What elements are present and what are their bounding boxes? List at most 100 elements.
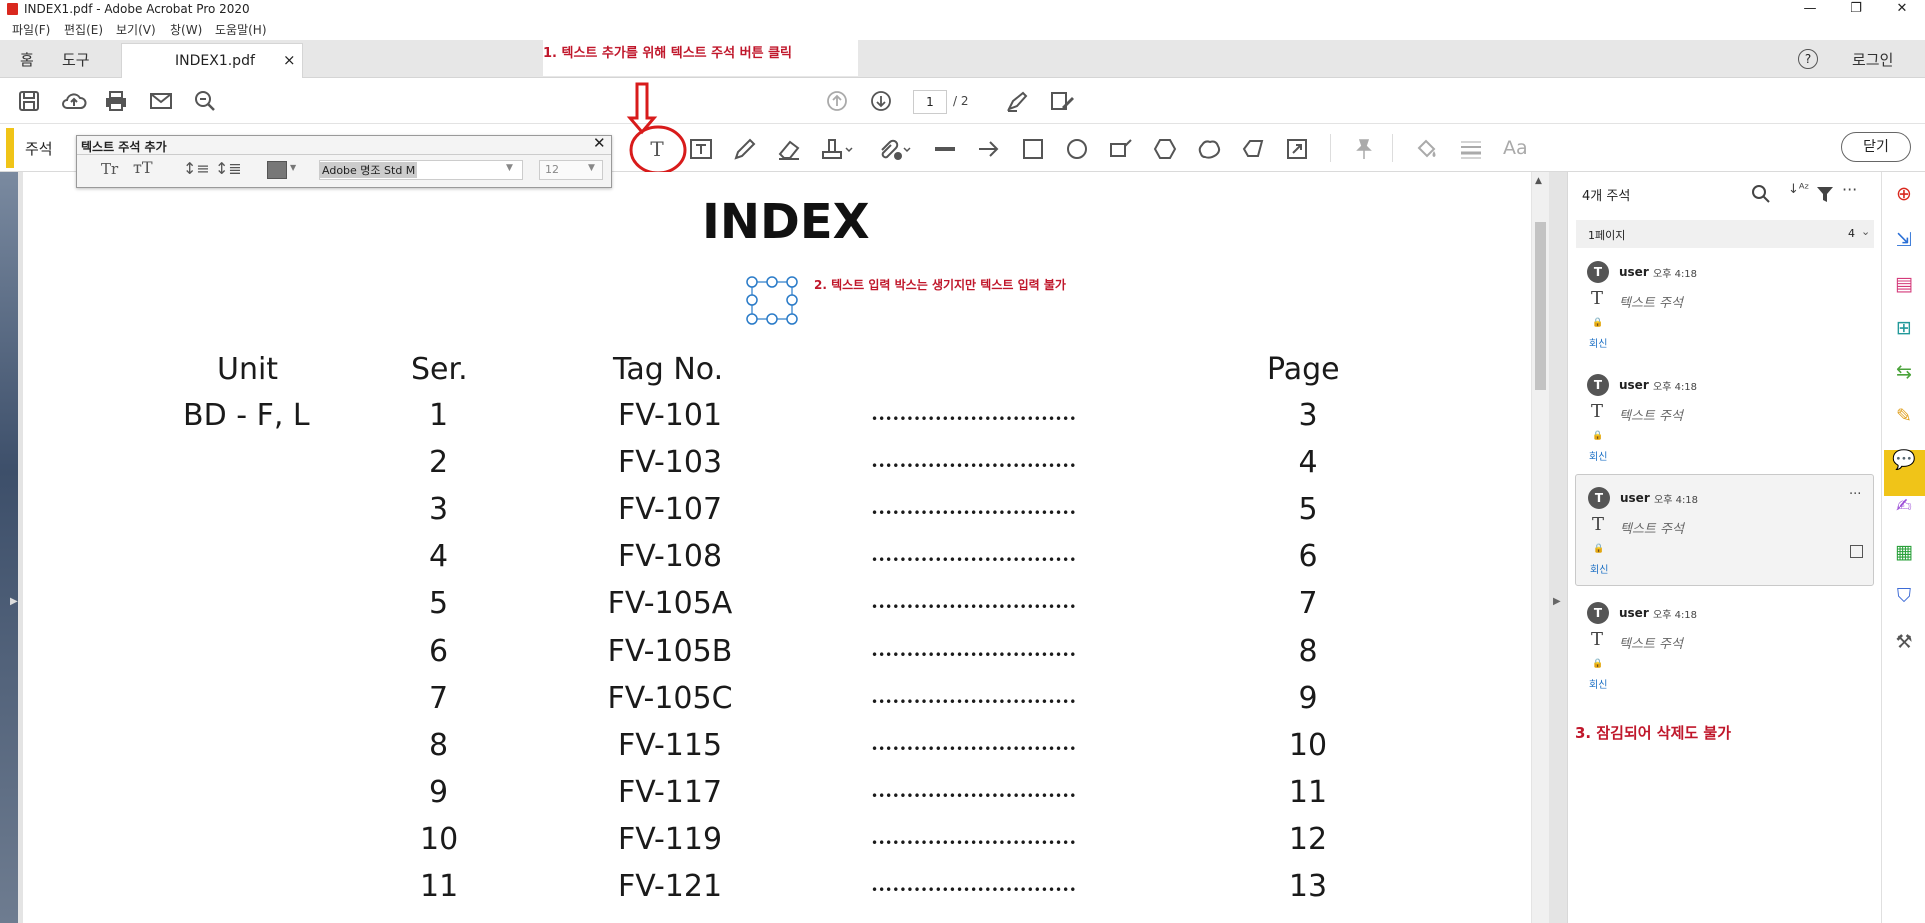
larger-text-icon[interactable]: тT — [133, 158, 153, 177]
tab-document[interactable]: INDEX1.pdf × — [121, 43, 303, 78]
print-icon[interactable] — [104, 89, 128, 113]
panel-close-icon[interactable]: ✕ — [593, 134, 606, 152]
pencil-icon[interactable] — [732, 136, 758, 162]
cell-leader: ••••••••••••••••••••••••••••• — [871, 459, 1077, 473]
organize-pages-icon[interactable]: ▤ — [1892, 272, 1916, 296]
left-panel-toggle-icon[interactable]: ▶ — [10, 596, 18, 607]
comment-more-icon[interactable]: ··· — [1849, 487, 1861, 502]
scrollbar-thumb[interactable] — [1535, 222, 1546, 390]
expand-tool-icon[interactable] — [1284, 136, 1310, 162]
reply-link[interactable]: 회신 — [1590, 561, 1608, 576]
create-pdf-icon[interactable]: ⊕ — [1892, 182, 1916, 206]
prev-page-icon[interactable] — [826, 90, 848, 112]
polyline-tool-icon[interactable] — [1240, 136, 1266, 162]
more-options-icon[interactable]: ··· — [1842, 180, 1857, 199]
close-comment-button[interactable]: 닫기 — [1841, 132, 1911, 162]
textbox-tool-icon[interactable] — [688, 136, 714, 162]
stamp-icon[interactable] — [820, 136, 854, 162]
comment-checkbox[interactable] — [1850, 545, 1863, 558]
comment-author: user — [1620, 491, 1650, 505]
export-pdf-icon[interactable]: ⇲ — [1892, 228, 1916, 252]
email-icon[interactable] — [149, 89, 173, 113]
chevron-down-icon[interactable]: ⌄ — [1861, 225, 1870, 238]
line-spacing-icon[interactable]: ↕≡ — [183, 159, 210, 178]
menu-help[interactable]: 도움말(H) — [215, 21, 267, 38]
attach-icon[interactable] — [876, 136, 912, 162]
text-color-swatch[interactable] — [267, 161, 287, 179]
save-icon[interactable] — [17, 89, 41, 113]
line-weight-icon[interactable] — [1458, 136, 1484, 162]
next-page-icon[interactable] — [870, 90, 892, 112]
search-icon[interactable] — [193, 89, 217, 113]
menu-edit[interactable]: 편집(E) — [64, 21, 103, 38]
menu-file[interactable]: 파일(F) — [12, 21, 50, 38]
reply-link[interactable]: 회신 — [1589, 448, 1607, 463]
color-dropdown-icon[interactable]: ▼ — [290, 163, 296, 172]
text-input-box-handles[interactable] — [746, 276, 798, 326]
rectangle-tool-icon[interactable] — [1020, 136, 1046, 162]
tab-tools[interactable]: 도구 — [62, 49, 90, 70]
reply-link[interactable]: 회신 — [1589, 676, 1607, 691]
font-size-select[interactable]: 12 ▼ — [539, 160, 603, 180]
search-comments-icon[interactable] — [1751, 184, 1771, 204]
arrow-tool-icon[interactable] — [976, 136, 1002, 162]
fill-sign-icon[interactable] — [1049, 89, 1075, 113]
print-production-icon[interactable]: ▦ — [1892, 540, 1916, 564]
cell-page: 5 — [1298, 492, 1318, 527]
font-size-icon[interactable]: Aa — [1503, 137, 1528, 159]
comment-item[interactable]: Tuser 오후 4:18 T 텍스트 주석 🔒 회신 ··· — [1575, 474, 1874, 586]
minimize-button[interactable]: — — [1787, 0, 1833, 18]
fill-sign-rail-icon[interactable]: ✍ — [1892, 494, 1916, 518]
restore-button[interactable]: ❐ — [1833, 0, 1879, 18]
callout-tool-icon[interactable] — [1108, 136, 1134, 162]
fill-color-icon[interactable] — [1414, 136, 1440, 162]
cell-leader: ••••••••••••••••••••••••••••• — [871, 412, 1077, 426]
combine-files-icon[interactable]: ⊞ — [1892, 316, 1916, 340]
sign-icon[interactable] — [1005, 89, 1029, 113]
font-select[interactable]: Adobe 명조 Std M ▼ — [319, 160, 523, 180]
login-link[interactable]: 로그인 — [1852, 49, 1893, 70]
menu-window[interactable]: 창(W) — [170, 21, 202, 38]
header-unit: Unit — [217, 352, 279, 387]
pdf-page[interactable]: INDEX 2. 텍스트 입력 박스는 생기지만 텍스트 입력 불가 Unit … — [23, 172, 1531, 923]
oval-tool-icon[interactable] — [1064, 136, 1090, 162]
smaller-text-icon[interactable]: Tr — [101, 160, 118, 178]
filter-icon[interactable] — [1816, 185, 1834, 203]
reply-link[interactable]: 회신 — [1589, 335, 1607, 350]
comment-author: user — [1619, 265, 1649, 279]
tab-close-icon[interactable]: × — [283, 51, 296, 69]
more-tools-icon[interactable]: ⚒ — [1892, 630, 1916, 654]
tab-home[interactable]: 홈 — [20, 49, 34, 70]
comment-item[interactable]: Tuser 오후 4:18 T 텍스트 주석 🔒 회신 — [1575, 368, 1872, 476]
compare-icon[interactable]: ⇆ — [1892, 360, 1916, 384]
right-panel-toggle-icon[interactable]: ▶ — [1553, 596, 1561, 607]
comment-icon[interactable]: 💬 — [1892, 448, 1916, 472]
close-window-button[interactable]: ✕ — [1879, 0, 1925, 18]
paragraph-spacing-icon[interactable]: ↕≣ — [215, 159, 242, 178]
cloud-tool-icon[interactable] — [1196, 136, 1222, 162]
comment-item[interactable]: Tuser 오후 4:18 T 텍스트 주석 🔒 회신 — [1575, 255, 1872, 363]
avatar: T — [1587, 374, 1609, 396]
help-icon[interactable]: ? — [1798, 49, 1818, 69]
cloud-upload-icon[interactable] — [61, 89, 87, 113]
scroll-up-icon[interactable]: ▲ — [1535, 176, 1542, 186]
sort-icon[interactable]: ↓ᴬᶻ — [1788, 182, 1809, 197]
avatar: T — [1587, 261, 1609, 283]
cell-leader: ••••••••••••••••••••••••••••• — [871, 742, 1077, 756]
eraser-icon[interactable] — [776, 136, 802, 162]
edit-pdf-icon[interactable]: ✎ — [1892, 404, 1916, 428]
size-dropdown-icon[interactable]: ▼ — [588, 163, 595, 173]
comment-item[interactable]: Tuser 오후 4:18 T 텍스트 주석 🔒 회신 — [1575, 596, 1872, 704]
polygon-tool-icon[interactable] — [1152, 136, 1178, 162]
page-number-input[interactable]: 1 — [913, 90, 947, 114]
panel-divider — [77, 154, 611, 155]
page-group-header[interactable]: 1페이지 4 ⌄ — [1576, 220, 1874, 248]
tools-rail: ⊕ ⇲ ▤ ⊞ ⇆ ✎ 💬 ✍ ▦ ⛉ ⚒ — [1881, 172, 1925, 923]
menu-view[interactable]: 보기(V) — [116, 21, 156, 38]
line-tool-icon[interactable] — [932, 136, 958, 162]
pin-icon[interactable] — [1350, 136, 1376, 162]
annotation-step1-box: 1. 텍스트 추가를 위해 텍스트 주석 버튼 클릭 — [543, 38, 858, 76]
cell-page: 4 — [1298, 445, 1318, 480]
protect-icon[interactable]: ⛉ — [1892, 584, 1916, 608]
font-dropdown-icon[interactable]: ▼ — [506, 163, 513, 173]
